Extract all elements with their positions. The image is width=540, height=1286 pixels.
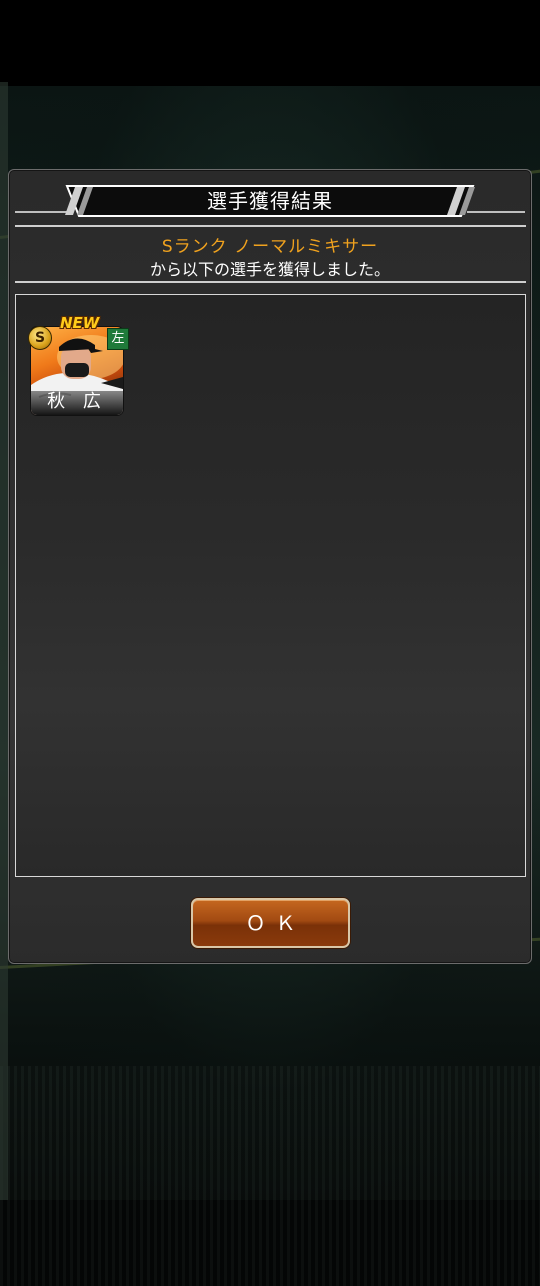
handedness-badge: 左 xyxy=(107,328,129,350)
acquired-player-list: NEW S 左 秋 広 xyxy=(15,294,526,877)
dialog-title: 選手獲得結果 xyxy=(207,189,333,213)
player-name: 秋 広 xyxy=(47,391,107,412)
new-badge: NEW xyxy=(60,314,100,332)
background-seats xyxy=(0,1066,540,1286)
player-card[interactable]: NEW S 左 秋 広 xyxy=(28,314,129,416)
dialog-title-bar: 選手獲得結果 xyxy=(15,185,525,218)
rank-badge: S xyxy=(28,326,52,350)
ok-button[interactable]: ＯＫ xyxy=(191,898,350,948)
ok-button-label: ＯＫ xyxy=(245,911,306,935)
gacha-source-label: Sランク ノーマルミキサー xyxy=(161,237,379,257)
acquisition-result-dialog: 選手獲得結果 Sランク ノーマルミキサー から以下の選手を獲得しました。 NEW… xyxy=(8,169,532,964)
divider xyxy=(15,225,526,227)
background-edge xyxy=(0,82,8,1200)
acquisition-message: から以下の選手を獲得しました。 xyxy=(149,260,390,279)
divider xyxy=(15,281,526,283)
